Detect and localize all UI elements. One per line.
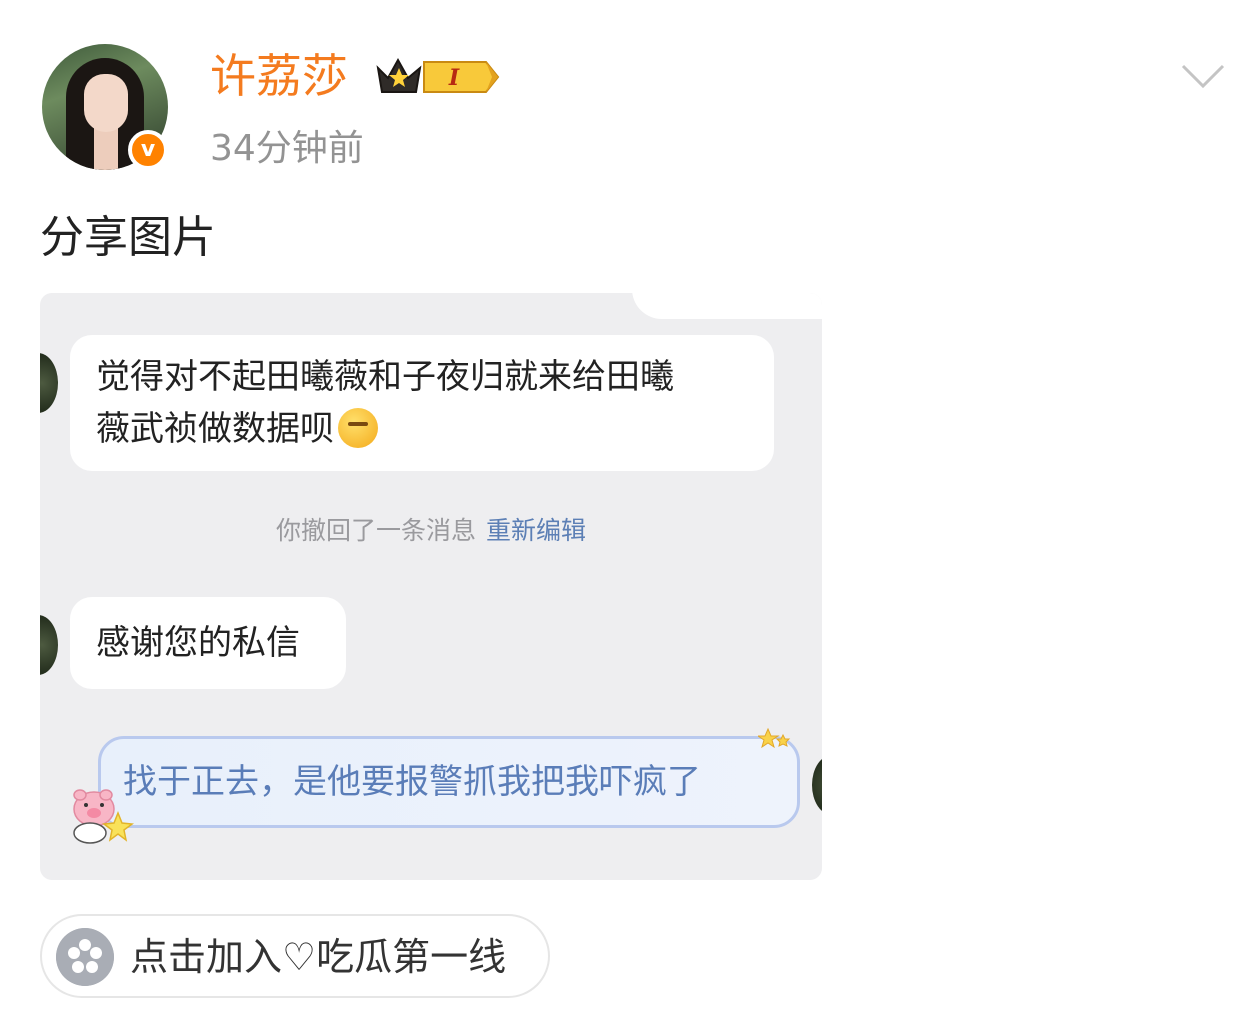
username[interactable]: 许荔莎 <box>210 46 348 106</box>
sender-avatar <box>40 353 58 413</box>
message-text-line: 觉得对不起田曦薇和子夜归就来给田曦 <box>96 357 674 397</box>
star-sticker-icon <box>758 727 791 749</box>
post-text: 分享图片 <box>40 212 216 263</box>
avatar-neck <box>94 126 118 170</box>
crown-member-badge-icon[interactable]: I <box>374 54 502 100</box>
recall-notice-text: 你撤回了一条消息 <box>275 516 476 545</box>
message-bubble: 觉得对不起田曦薇和子夜归就来给田曦 薇武祯做数据呗 <box>70 335 774 471</box>
message-text: 找于正去，是他要报警抓我把我吓疯了 <box>123 762 701 802</box>
member-level-text: I <box>448 65 460 91</box>
message-text: 薇武祯做数据呗 <box>96 409 334 449</box>
message-bubble: 感谢您的私信 <box>70 597 346 689</box>
message-text: 感谢您的私信 <box>96 623 300 663</box>
sender-avatar <box>40 615 58 675</box>
group-flower-icon <box>56 928 114 986</box>
topic-label[interactable]: 点击加入♡吃瓜第一线 <box>130 930 506 984</box>
verified-v-icon: v <box>128 130 168 170</box>
thinking-face-emoji-icon <box>338 408 378 448</box>
chevron-down-icon[interactable] <box>1180 62 1226 92</box>
message-text-line: 薇武祯做数据呗 <box>96 403 748 455</box>
avatar-container[interactable]: v <box>42 44 170 172</box>
sent-message-bubble: 找于正去，是他要报警抓我把我吓疯了 <box>98 736 800 828</box>
re-edit-link[interactable]: 重新编辑 <box>486 516 586 545</box>
cropped-message-bubble <box>632 293 822 319</box>
topic-chip[interactable]: 点击加入♡吃瓜第一线 <box>40 914 550 998</box>
recall-notice: 你撤回了一条消息 重新编辑 <box>40 513 822 549</box>
self-avatar <box>812 755 822 815</box>
post-timestamp: 34分钟前 <box>210 128 364 169</box>
avatar-face <box>84 74 128 132</box>
post-image[interactable]: 觉得对不起田曦薇和子夜归就来给田曦 薇武祯做数据呗 你撤回了一条消息 重新编辑 感… <box>40 293 822 880</box>
pig-sticker-icon <box>73 789 134 844</box>
